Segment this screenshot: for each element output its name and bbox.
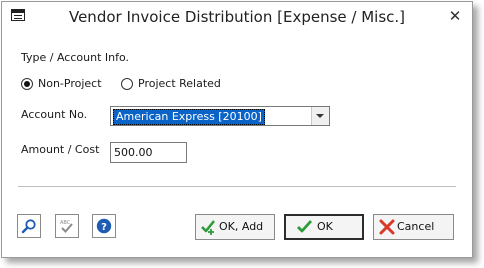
amount-cost-label: Amount / Cost	[21, 143, 100, 156]
screen-background: Vendor Invoice Distribution [Expense / M…	[0, 0, 484, 268]
help-icon: ?	[96, 218, 112, 234]
title-bar: Vendor Invoice Distribution [Expense / M…	[2, 2, 472, 32]
separator-line	[18, 186, 456, 187]
amount-cost-field[interactable]	[110, 142, 187, 163]
cancel-button[interactable]: Cancel	[373, 214, 454, 240]
cancel-label: Cancel	[397, 220, 435, 233]
project-related-radio[interactable]	[121, 78, 133, 90]
dropdown-arrow-icon[interactable]	[311, 107, 329, 125]
abc-check-icon: ABC	[60, 220, 73, 233]
ok-button[interactable]: OK	[284, 214, 364, 240]
svg-text:ABC: ABC	[60, 220, 71, 226]
account-no-label: Account No.	[21, 108, 88, 121]
help-button[interactable]: ?	[92, 214, 116, 238]
non-project-label[interactable]: Non-Project	[38, 77, 102, 90]
non-project-radio[interactable]	[21, 78, 33, 90]
vendor-invoice-dialog: Vendor Invoice Distribution [Expense / M…	[1, 1, 473, 258]
project-related-label[interactable]: Project Related	[138, 77, 221, 90]
account-no-combobox[interactable]: American Express [20100]	[110, 106, 330, 126]
search-button[interactable]	[17, 214, 41, 238]
check-icon	[297, 220, 313, 233]
ok-add-button[interactable]: OK, Add	[195, 214, 275, 240]
svg-text:?: ?	[101, 222, 107, 233]
amount-cost-input[interactable]	[111, 143, 186, 162]
ok-label: OK	[317, 220, 333, 233]
ok-add-label: OK, Add	[219, 220, 264, 233]
spellcheck-button[interactable]: ABC	[55, 214, 79, 238]
close-button[interactable]: ✕	[446, 7, 464, 25]
magnifier-icon	[21, 219, 36, 234]
check-plus-icon	[201, 220, 216, 235]
account-no-selected-value[interactable]: American Express [20100]	[113, 109, 265, 125]
window-title: Vendor Invoice Distribution [Expense / M…	[68, 8, 406, 26]
type-account-info-label: Type / Account Info.	[21, 51, 129, 64]
cancel-x-icon	[379, 219, 395, 235]
